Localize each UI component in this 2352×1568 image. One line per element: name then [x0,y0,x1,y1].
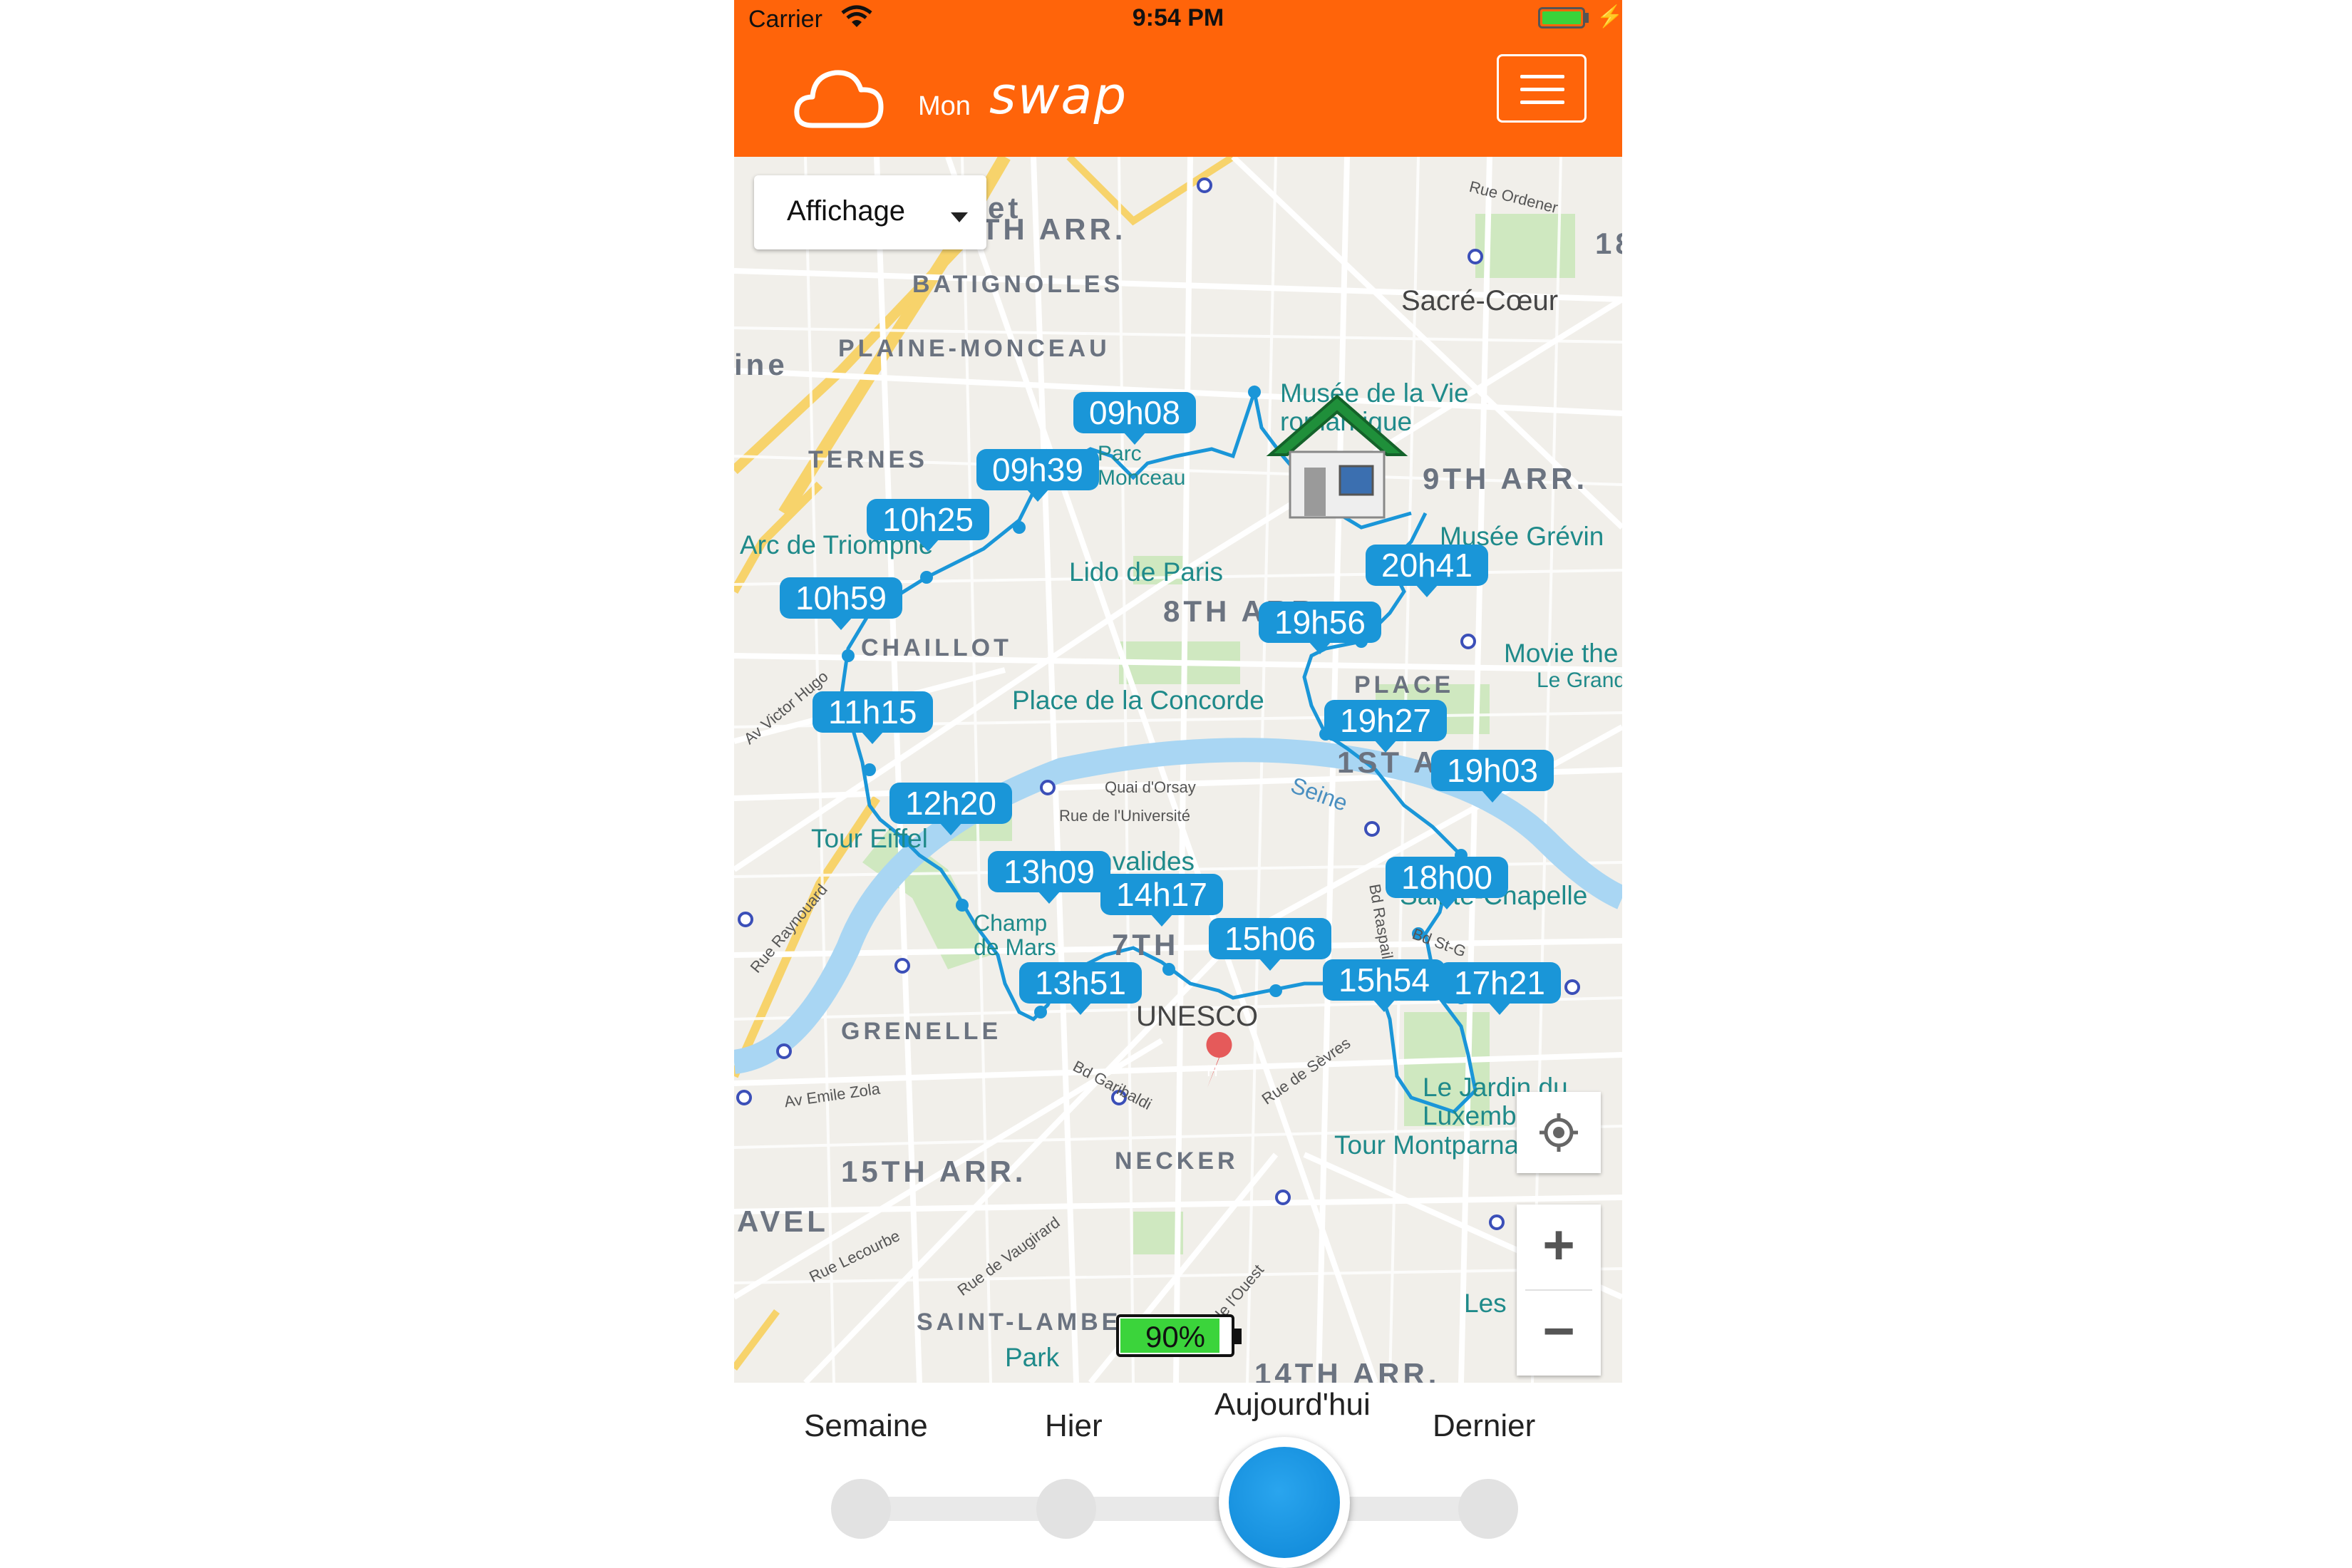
slider-label-aujourdhui[interactable]: Aujourd'hui [1214,1387,1371,1423]
hamburger-icon-bar [1520,88,1564,91]
time-pin[interactable]: 10h59 [780,577,902,630]
slider-stop-dernier[interactable] [1458,1479,1518,1539]
slider-label-semaine[interactable]: Semaine [804,1408,928,1444]
slider-knob[interactable] [1219,1437,1350,1568]
time-pin[interactable]: 19h27 [1324,700,1447,753]
slider-stop-semaine[interactable] [831,1479,891,1539]
home-icon[interactable] [1266,389,1408,525]
svg-text:H: H [1207,1062,1218,1080]
time-pin[interactable]: 13h51 [1019,962,1142,1015]
zoom-controls: + − [1517,1205,1601,1376]
time-pin[interactable]: 12h20 [889,783,1012,835]
hamburger-menu-button[interactable] [1497,54,1587,123]
time-pin[interactable]: 19h56 [1259,602,1381,654]
time-pin[interactable]: 14h17 [1100,874,1223,927]
district-label: PLAINE-MONCEAU [838,335,1110,362]
zoom-out-button[interactable]: − [1517,1291,1601,1376]
district-label: 7TH [1112,928,1180,961]
slider-track[interactable] [862,1497,1504,1521]
time-pin[interactable]: 17h21 [1438,962,1561,1015]
time-pin[interactable]: 19h03 [1431,750,1554,803]
time-pin[interactable]: 10h25 [867,499,989,552]
district-label: 15TH ARR. [841,1155,1027,1188]
slider-label-hier[interactable]: Hier [1045,1408,1103,1444]
brand-prefix: Mon [918,91,971,121]
time-pin[interactable]: 15h54 [1323,959,1445,1012]
display-dropdown-label: Affichage [787,195,906,227]
brand-logo: swap [989,66,1128,125]
caret-down-icon [951,212,968,222]
device-battery-indicator: 90% [1116,1314,1242,1357]
hamburger-icon-bar [1520,100,1564,104]
slider-knob-inner [1229,1447,1340,1558]
place-label: Movie the [1504,639,1619,668]
district-label: 18 [1595,227,1622,260]
phone-battery-icon [1538,7,1585,29]
period-slider[interactable]: Semaine Hier Aujourd'hui Dernier [734,1383,1622,1568]
place-label: Tour Eiffel [811,824,928,853]
map-view[interactable]: H 17TH ARR. BATIGNOLLES PLAINE-MONCEAU T… [734,157,1622,1383]
district-label: TERNES [808,446,928,473]
road-label: Quai d'Orsay [1105,778,1196,796]
time-pin[interactable]: 18h00 [1386,857,1508,909]
time-pin[interactable]: 15h06 [1209,918,1331,971]
slider-stop-hier[interactable] [1036,1479,1096,1539]
place-label: Lido de Paris [1069,557,1223,587]
status-bar: Carrier 9:54 PM ⚡ [734,0,1622,40]
time-pin[interactable]: 09h39 [976,449,1099,502]
place-label: Park [1005,1343,1060,1372]
place-label: UNESCO [1136,1001,1259,1032]
device-battery-label: 90% [1145,1320,1206,1353]
zoom-in-button[interactable]: + [1517,1205,1601,1289]
device-battery-nub [1234,1329,1242,1344]
district-label: 14TH ARR. [1254,1357,1440,1383]
time-pin[interactable]: 20h41 [1366,545,1488,597]
phone-battery-fill [1542,11,1581,24]
district-label: AVEL [737,1205,829,1238]
place-label: Sacré-Cœur [1401,285,1559,316]
place-label: Le Grand [1537,669,1622,692]
clock: 9:54 PM [1132,4,1224,31]
crosshair-icon [1539,1113,1578,1152]
district-label: ine [734,348,788,381]
road-label: Rue de l'Université [1059,807,1190,825]
place-label: Parc Monceau [1098,442,1186,490]
display-dropdown[interactable]: Affichage [754,175,986,249]
hamburger-icon [1520,75,1564,78]
district-label: 9TH ARR. [1423,462,1589,495]
phone-battery-nub [1585,13,1589,23]
place-label: Les [1464,1289,1507,1318]
district-label: BATIGNOLLES [912,271,1124,298]
district-label: et [988,191,1022,225]
district-label: NECKER [1115,1147,1239,1175]
time-pin[interactable]: 09h08 [1073,392,1196,445]
charging-icon: ⚡ [1597,5,1622,29]
slider-label-dernier[interactable]: Dernier [1433,1408,1535,1444]
app-screen: Carrier 9:54 PM ⚡ Mon swap H 17TH ARR. B… [734,0,1622,1568]
locate-me-button[interactable] [1517,1092,1601,1173]
district-label: CHAILLOT [861,634,1012,661]
place-label: Place de la Concorde [1012,686,1264,715]
district-label: SAINT-LAMBE [917,1309,1122,1336]
district-label: GRENELLE [841,1018,1002,1045]
cloud-icon[interactable] [793,66,885,131]
district-label: PLACE [1354,671,1455,698]
time-pin[interactable]: 11h15 [813,691,933,744]
time-pin[interactable]: 13h09 [988,851,1110,904]
app-header: Carrier 9:54 PM ⚡ Mon swap [734,0,1622,157]
place-label: Champ de Mars [974,910,1056,960]
